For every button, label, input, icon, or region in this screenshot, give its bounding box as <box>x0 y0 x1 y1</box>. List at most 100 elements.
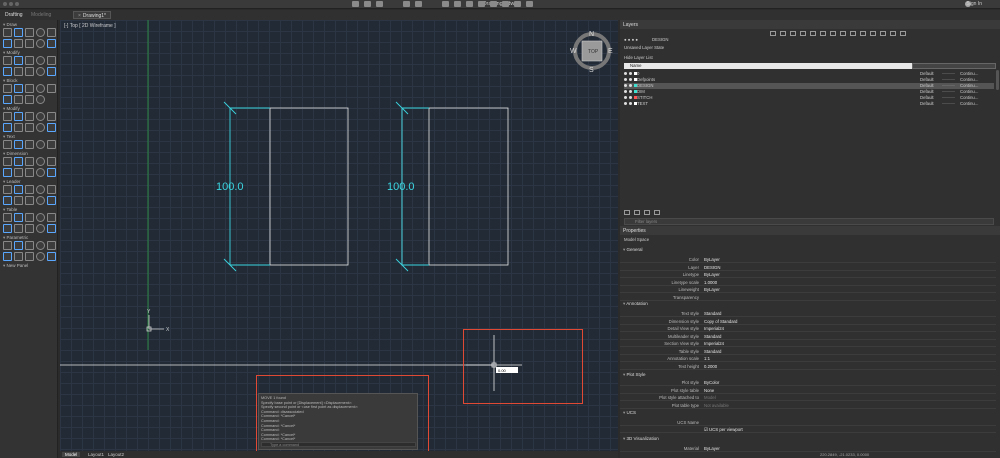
isolate-icon[interactable] <box>800 31 806 36</box>
tool-icon[interactable] <box>3 241 12 250</box>
layer-state-dropdown[interactable]: Unsaved Layer State <box>624 45 664 50</box>
tool-icon[interactable] <box>14 28 23 37</box>
zoom-icon[interactable] <box>442 1 449 7</box>
unlock-icon[interactable] <box>890 31 896 36</box>
property-value[interactable]: DESIGN <box>704 265 720 270</box>
property-field-general[interactable]: Linetype ByLayer <box>620 272 996 278</box>
tool-icon[interactable] <box>3 39 12 48</box>
property-field-annotation[interactable]: Multileader style Standard <box>620 334 996 340</box>
document-tab[interactable]: × Drawing1* <box>73 11 111 19</box>
tab-model[interactable]: Model <box>62 452 81 457</box>
layer-style[interactable]: Continu... <box>960 77 978 82</box>
property-field-plot[interactable]: Plot table type Not available <box>620 403 996 409</box>
tool-icon[interactable] <box>47 196 56 205</box>
layer-linetype[interactable]: Default <box>920 95 934 100</box>
palette-section-4[interactable]: Text <box>0 134 57 149</box>
tool-icon[interactable] <box>25 241 34 250</box>
tool-icon[interactable] <box>14 67 23 76</box>
property-value[interactable]: Imperial24 <box>704 341 724 346</box>
tool-icon[interactable] <box>25 112 34 121</box>
layer-linetype[interactable]: Default <box>920 89 934 94</box>
tool-icon[interactable] <box>47 140 56 149</box>
tool-icon[interactable] <box>3 252 12 261</box>
property-field-general[interactable]: Transparency <box>620 295 996 301</box>
tool-icon[interactable] <box>25 213 34 222</box>
ucs-name-field[interactable]: UCS Name <box>620 420 996 426</box>
tool-icon[interactable] <box>36 168 45 177</box>
tool-icon[interactable] <box>36 28 45 37</box>
property-value[interactable]: Model <box>704 395 716 400</box>
property-value[interactable]: Standard <box>704 311 721 316</box>
compass-south[interactable]: S <box>589 67 594 74</box>
tool-icon[interactable] <box>36 67 45 76</box>
property-value[interactable]: Imperial24 <box>704 326 724 331</box>
compass-east[interactable]: E <box>608 48 613 55</box>
tool-icon[interactable] <box>36 196 45 205</box>
tool-icon[interactable] <box>47 224 56 233</box>
ucs-section-title[interactable]: UCS <box>623 410 637 416</box>
tool-icon[interactable] <box>47 252 56 261</box>
layer-style[interactable]: Continu... <box>960 89 978 94</box>
palette-section-0[interactable]: Draw <box>0 22 57 48</box>
property-value[interactable]: Standard <box>704 349 721 354</box>
tool-icon[interactable] <box>3 196 12 205</box>
ucs-per-viewport-field[interactable]: ☑ UCS per viewport <box>620 427 996 433</box>
settings-icon[interactable] <box>654 210 660 215</box>
layer-linetype[interactable]: Default <box>920 101 934 106</box>
filter-icon[interactable] <box>624 210 630 215</box>
tool-icon[interactable] <box>47 168 56 177</box>
zoom-extents-icon[interactable] <box>466 1 473 7</box>
tool-icon[interactable] <box>25 95 34 104</box>
palette-section-3[interactable]: Modify <box>0 106 57 132</box>
layer-row[interactable]: TEXT Default ——— Continu... <box>624 101 994 107</box>
viz-section-title[interactable]: 3D Visualization <box>623 436 659 442</box>
tool-icon[interactable] <box>47 157 56 166</box>
palette-section-7[interactable]: Table <box>0 207 57 233</box>
tool-icon[interactable] <box>3 224 12 233</box>
thaw-icon[interactable] <box>880 31 886 36</box>
open-icon[interactable] <box>364 1 371 7</box>
tool-icon[interactable] <box>25 56 34 65</box>
property-value[interactable]: ByLayer <box>704 272 720 277</box>
layer-name[interactable]: 0 <box>637 71 639 76</box>
merge-icon[interactable] <box>860 31 866 36</box>
tool-icon[interactable] <box>14 185 23 194</box>
layer-state-row[interactable]: Unsaved Layer State <box>624 45 1000 51</box>
tool-icon[interactable] <box>14 112 23 121</box>
unisolate-icon[interactable] <box>870 31 876 36</box>
column-name[interactable]: Name <box>630 63 641 68</box>
rectangle-right[interactable] <box>401 107 509 266</box>
material-value[interactable]: ByLayer <box>704 446 720 451</box>
set-current-icon[interactable] <box>790 31 796 36</box>
tool-icon[interactable] <box>14 241 23 250</box>
tool-icon[interactable] <box>14 168 23 177</box>
tool-icon[interactable] <box>25 39 34 48</box>
layer-style[interactable]: Continu... <box>960 83 978 88</box>
layer-style[interactable]: Continu... <box>960 71 978 76</box>
palette-section-8[interactable]: Parametric <box>0 235 57 261</box>
property-value[interactable]: ByLayer <box>704 287 720 292</box>
tool-icon[interactable] <box>3 123 12 132</box>
tool-icon[interactable] <box>3 28 12 37</box>
property-field-annotation[interactable]: Section View style Imperial24 <box>620 341 996 347</box>
property-field-annotation[interactable]: Text style Standard <box>620 311 996 317</box>
property-value[interactable]: Not available <box>704 403 729 408</box>
palette-section-2[interactable]: Block <box>0 78 57 104</box>
tool-icon[interactable] <box>25 168 34 177</box>
zoom-realtime-icon[interactable] <box>490 1 497 7</box>
tool-icon[interactable] <box>14 56 23 65</box>
tool-icon[interactable] <box>36 140 45 149</box>
group-filter-icon[interactable] <box>634 210 640 215</box>
tool-icon[interactable] <box>47 213 56 222</box>
tool-icon[interactable] <box>25 84 34 93</box>
tool-icon[interactable] <box>14 252 23 261</box>
palette-section-9[interactable]: New Panel <box>0 263 57 269</box>
property-field-general[interactable]: Color ByLayer <box>620 257 996 263</box>
tool-icon[interactable] <box>47 84 56 93</box>
property-value[interactable]: 1:1 <box>704 356 710 361</box>
hide-layer-list-row[interactable]: Hide Layer List <box>624 55 1000 61</box>
property-field-annotation[interactable]: Detail View style Imperial24 <box>620 326 996 332</box>
current-layer-row[interactable]: ● ● ● ● DESIGN <box>624 37 1000 43</box>
tool-icon[interactable] <box>36 185 45 194</box>
new-layer-icon[interactable] <box>770 31 776 36</box>
